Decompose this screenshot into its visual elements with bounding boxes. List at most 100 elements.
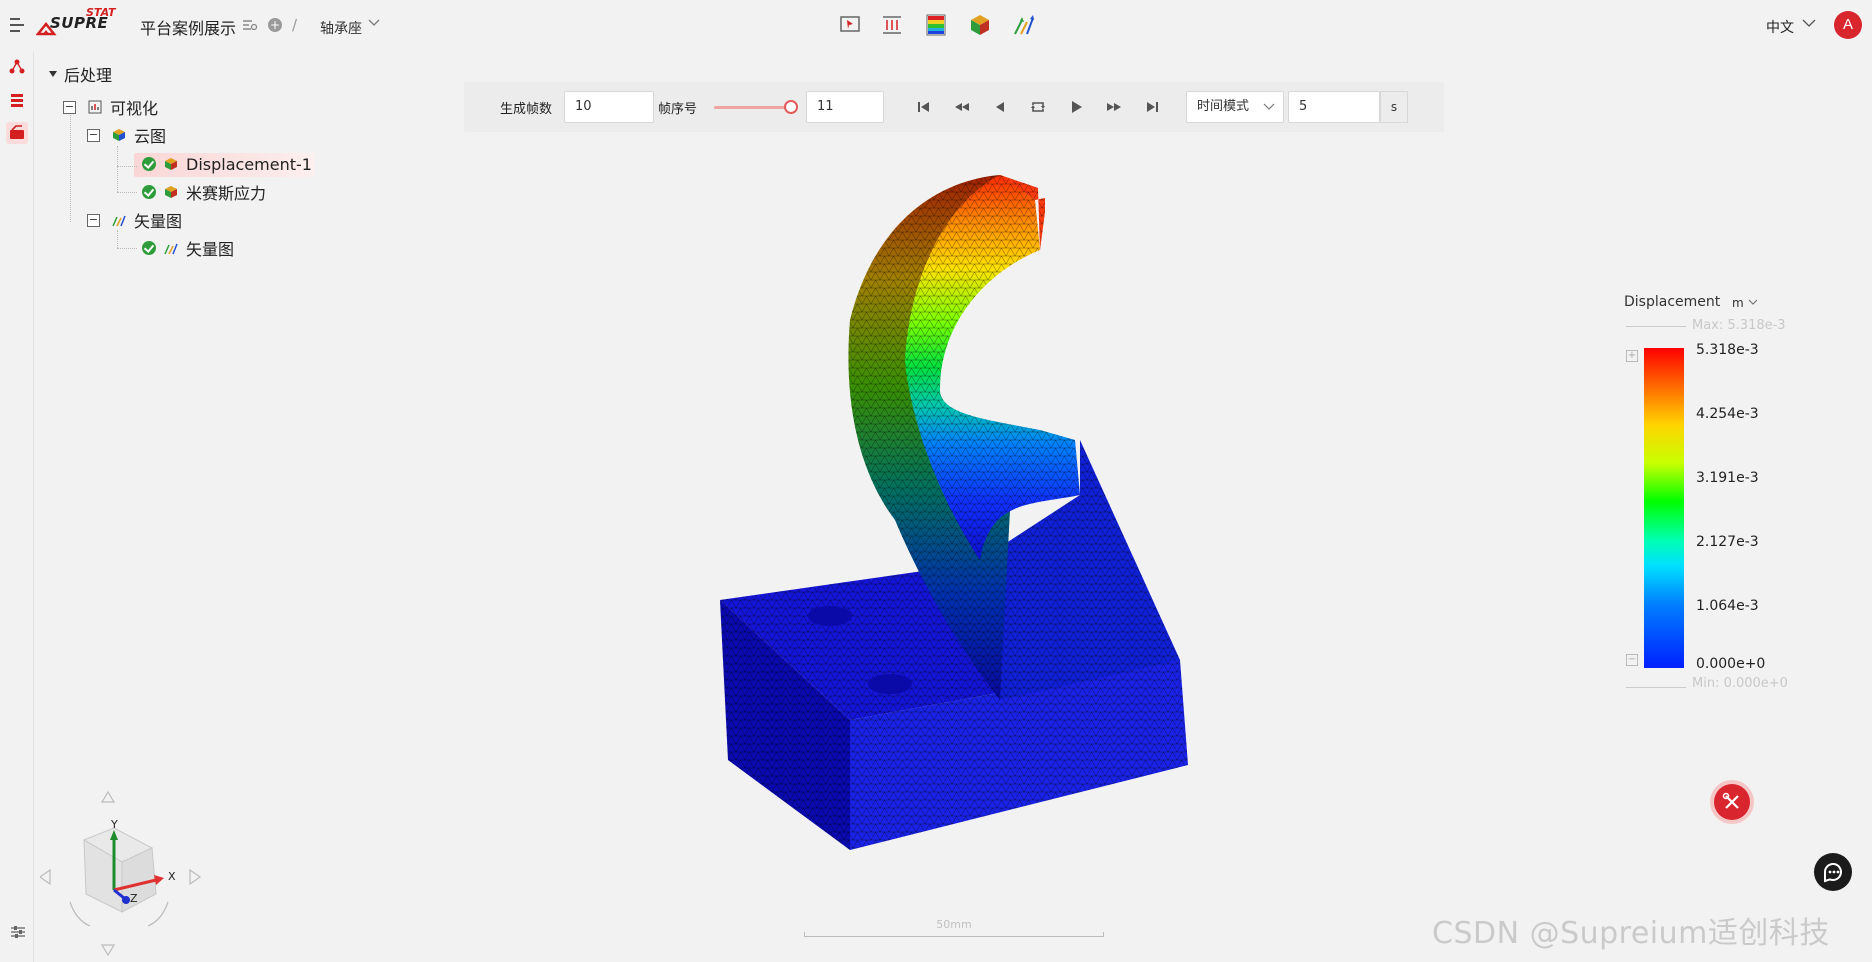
- tree-label: 后处理: [64, 66, 113, 85]
- tree-label: Displacement-1: [186, 154, 312, 174]
- breadcrumb-separator: /: [292, 16, 298, 34]
- time-mode-value: 时间模式: [1197, 99, 1250, 114]
- tree-item-displacement[interactable]: Displacement-1: [142, 153, 312, 175]
- legend-tick: 3.191e-3: [1696, 470, 1759, 486]
- top-bar: SUPRE STAT 平台案例展示 + / 轴承座 中文 A: [0, 0, 1872, 52]
- last-frame-icon[interactable]: [1142, 97, 1162, 117]
- play-icon[interactable]: [1066, 97, 1086, 117]
- legend-min-label: Min: 0.000e+0: [1692, 676, 1788, 691]
- postprocess-icon[interactable]: [6, 122, 28, 144]
- tools-button[interactable]: [1714, 784, 1750, 820]
- tree-guide: [117, 230, 118, 248]
- tree-guide: [117, 166, 137, 167]
- chevron-down-icon[interactable]: [1748, 298, 1758, 306]
- rotate-right-icon[interactable]: [189, 868, 202, 886]
- probe-icon[interactable]: [838, 12, 862, 38]
- scale-bar: 50mm: [804, 914, 1104, 938]
- legend-tick: 1.064e-3: [1696, 598, 1759, 614]
- visible-check-icon[interactable]: [142, 157, 156, 171]
- cube-result-icon[interactable]: [968, 12, 992, 38]
- rotate-left-icon[interactable]: [40, 868, 51, 886]
- layers-icon[interactable]: [6, 89, 28, 111]
- section-icon[interactable]: [880, 12, 904, 38]
- tree-root-postprocess[interactable]: 后处理: [48, 63, 112, 85]
- logo-accent: STAT: [86, 6, 116, 19]
- axis-y-label: Y: [110, 818, 118, 831]
- view-orientation-gizmo[interactable]: Y X Z: [40, 790, 210, 960]
- legend-collapse-icon[interactable]: −: [1626, 654, 1638, 666]
- structure-icon[interactable]: [6, 56, 28, 78]
- collapse-icon[interactable]: −: [63, 100, 76, 114]
- language-selector[interactable]: 中文: [1766, 17, 1794, 37]
- duration-unit: s: [1380, 91, 1408, 123]
- tree-node-contour[interactable]: − 云图: [87, 124, 166, 146]
- fast-rewind-icon[interactable]: [952, 97, 972, 117]
- chevron-down-icon[interactable]: [1802, 18, 1816, 28]
- visible-check-icon[interactable]: [142, 241, 156, 255]
- color-legend: Displacement m Max: 5.318e-3 + − 5.318e-…: [1620, 290, 1840, 710]
- time-mode-select[interactable]: 时间模式: [1186, 91, 1284, 123]
- tree-node-visualization[interactable]: − 可视化: [63, 96, 158, 118]
- duration-input[interactable]: 5: [1288, 91, 1380, 123]
- frames-label: 生成帧数: [500, 102, 553, 117]
- result-cube-icon: [165, 158, 177, 170]
- legend-expand-icon[interactable]: +: [1626, 350, 1638, 362]
- collapse-icon[interactable]: −: [87, 213, 100, 227]
- result-cube-icon: [165, 186, 177, 198]
- legend-max-label: Max: 5.318e-3: [1692, 318, 1786, 333]
- tree-label: 云图: [134, 127, 167, 146]
- first-frame-icon[interactable]: [914, 97, 934, 117]
- project-title[interactable]: 平台案例展示: [140, 15, 236, 39]
- menu-icon[interactable]: [10, 18, 26, 32]
- rotate-cw-icon[interactable]: [147, 901, 169, 927]
- tree-item-mises[interactable]: 米赛斯应力: [142, 181, 266, 203]
- vector-icon: [164, 243, 178, 255]
- fast-forward-icon[interactable]: [1104, 97, 1124, 117]
- legend-tick: 2.127e-3: [1696, 534, 1759, 550]
- rotate-down-icon[interactable]: [100, 944, 116, 957]
- axis-z-label: Z: [130, 892, 138, 905]
- legend-title: Displacement: [1624, 294, 1721, 310]
- vector-icon: [112, 215, 126, 227]
- project-settings-icon[interactable]: [242, 18, 258, 32]
- loop-icon[interactable]: [1028, 97, 1048, 117]
- rotate-up-icon[interactable]: [100, 790, 116, 803]
- tree-guide: [117, 248, 137, 249]
- wrench-screwdriver-icon: [1722, 792, 1739, 809]
- animation-toolbar: 生成帧数 10 帧序号 11 时间模式 5 s: [464, 82, 1444, 132]
- scale-line: [804, 932, 1104, 937]
- step-back-icon[interactable]: [990, 97, 1010, 117]
- left-rail: [0, 52, 34, 962]
- collapse-icon[interactable]: −: [87, 128, 100, 142]
- frame-index-input[interactable]: 11: [806, 91, 884, 123]
- avatar[interactable]: A: [1834, 11, 1862, 39]
- chat-bubble-icon: [1824, 863, 1842, 883]
- legend-tick: 0.000e+0: [1696, 656, 1766, 672]
- legend-tick: 4.254e-3: [1696, 406, 1759, 422]
- axis-x-label: X: [168, 870, 176, 883]
- tree-node-vector[interactable]: − 矢量图: [87, 209, 182, 231]
- fem-model-view[interactable]: [700, 160, 1240, 860]
- tree-label: 可视化: [110, 99, 159, 118]
- tree-item-vector[interactable]: 矢量图: [142, 237, 234, 259]
- add-project-icon[interactable]: +: [268, 18, 282, 32]
- vector-icon[interactable]: [1012, 12, 1036, 38]
- frames-input[interactable]: 10: [564, 91, 654, 123]
- tree-label: 矢量图: [134, 212, 183, 231]
- chevron-down-icon[interactable]: [368, 18, 380, 28]
- caret-down-icon[interactable]: [48, 69, 58, 79]
- legend-min-line: [1626, 687, 1686, 688]
- tree-guide: [117, 192, 137, 193]
- contour-cube-icon: [113, 129, 125, 141]
- chevron-down-icon: [1263, 103, 1275, 110]
- frame-slider-handle[interactable]: [784, 100, 798, 114]
- legend-tick: 5.318e-3: [1696, 342, 1759, 358]
- sliders-icon[interactable]: [10, 924, 26, 940]
- contour-bar-icon[interactable]: [924, 12, 948, 38]
- model-selector[interactable]: 轴承座: [320, 18, 362, 38]
- rotate-ccw-icon[interactable]: [69, 901, 91, 927]
- chat-button[interactable]: [1814, 853, 1852, 891]
- visible-check-icon[interactable]: [142, 185, 156, 199]
- scale-label: 50mm: [936, 918, 972, 931]
- legend-unit[interactable]: m: [1732, 296, 1744, 310]
